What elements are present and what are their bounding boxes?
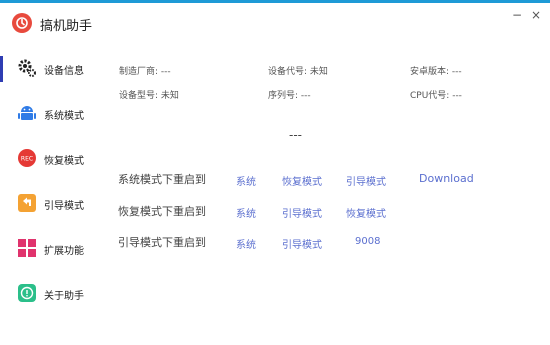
recovery-mode-reboot-label: 恢复模式下重启到 xyxy=(118,205,206,218)
back-arrow-icon xyxy=(17,193,37,213)
device-model-info: 设备型号: 未知 xyxy=(119,91,179,101)
sidebar-item-system-mode[interactable]: 系统模式 xyxy=(0,94,100,134)
sidebar-item-device-info[interactable]: 设备信息 xyxy=(0,49,100,89)
minimize-button[interactable]: − xyxy=(508,6,526,24)
reboot-to-recovery-link[interactable]: 恢复模式 xyxy=(282,173,322,188)
title-bar: 搞机助手 − × xyxy=(0,3,550,39)
sidebar-item-about[interactable]: 关于助手 xyxy=(0,274,100,314)
system-mode-reboot-label: 系统模式下重启到 xyxy=(118,173,206,186)
sidebar-item-label: 扩展功能 xyxy=(44,246,84,257)
reboot-to-bootloader-link[interactable]: 引导模式 xyxy=(282,205,322,220)
app-title: 搞机助手 xyxy=(40,19,93,34)
sidebar-item-label: 恢复模式 xyxy=(44,156,84,167)
info-icon xyxy=(17,283,37,303)
android-version-info: 安卓版本: --- xyxy=(410,67,462,77)
manufacturer-info: 制造厂商: --- xyxy=(119,67,171,77)
sidebar-item-label: 关于助手 xyxy=(44,291,84,302)
sidebar-item-label: 设备信息 xyxy=(44,66,84,77)
bootloader-mode-reboot-label: 引导模式下重启到 xyxy=(118,236,206,249)
reboot-to-bootloader-link[interactable]: 引导模式 xyxy=(282,236,322,251)
reboot-to-9008-link[interactable]: 9008 xyxy=(355,236,380,247)
sidebar-item-extensions[interactable]: 扩展功能 xyxy=(0,229,100,269)
status-text: --- xyxy=(289,128,302,142)
sidebar-item-label: 引导模式 xyxy=(44,201,84,212)
gear-icon xyxy=(17,58,37,78)
reboot-to-recovery-link[interactable]: 恢复模式 xyxy=(346,205,386,220)
reboot-to-system-link[interactable]: 系统 xyxy=(236,173,256,188)
rec-icon: REC xyxy=(17,148,37,168)
serial-info: 序列号: --- xyxy=(268,91,311,101)
sidebar-item-boot-mode[interactable]: 引导模式 xyxy=(0,184,100,224)
sidebar-item-label: 系统模式 xyxy=(44,111,84,122)
app-logo-icon xyxy=(12,13,32,33)
reboot-to-bootloader-link[interactable]: 引导模式 xyxy=(346,173,386,188)
cpu-code-info: CPU代号: --- xyxy=(410,91,462,101)
device-code-info: 设备代号: 未知 xyxy=(268,67,328,77)
reboot-to-system-link[interactable]: 系统 xyxy=(236,205,256,220)
reboot-to-system-link[interactable]: 系统 xyxy=(236,236,256,251)
sidebar: 设备信息 系统模式 REC 恢复模式 引导模式 扩展功能 关于助手 xyxy=(0,42,100,342)
close-button[interactable]: × xyxy=(527,6,545,24)
reboot-to-download-link[interactable]: Download xyxy=(419,172,474,185)
sidebar-item-recovery-mode[interactable]: REC 恢复模式 xyxy=(0,139,100,179)
grid-icon xyxy=(17,238,37,258)
rec-badge-text: REC xyxy=(21,155,33,162)
android-icon xyxy=(17,103,37,123)
